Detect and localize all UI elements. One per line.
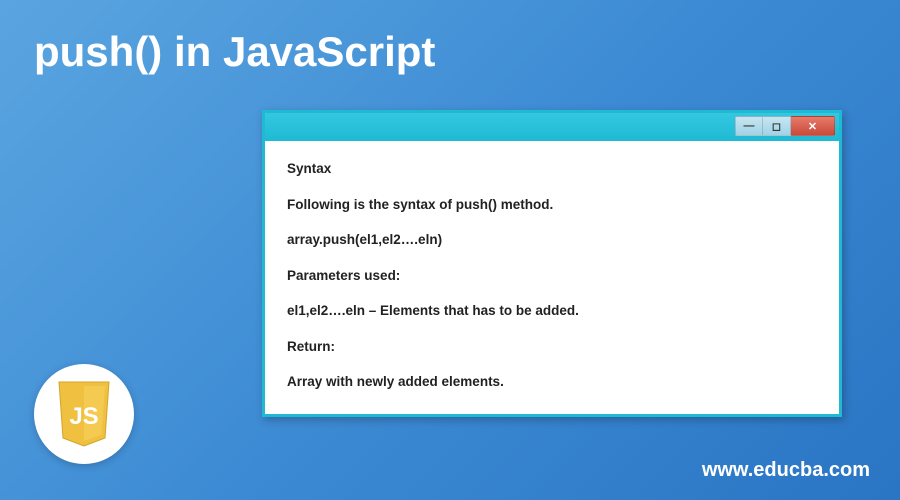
parameters-description: el1,el2….eln – Elements that has to be a… [287, 301, 817, 321]
page-title: push() in JavaScript [0, 0, 900, 76]
window-frame: — ◻ ✕ Syntax Following is the syntax of … [262, 110, 842, 417]
parameters-label: Parameters used: [287, 266, 817, 286]
logo-text: JS [69, 403, 98, 430]
close-button[interactable]: ✕ [791, 116, 835, 136]
syntax-code: array.push(el1,el2….eln) [287, 230, 817, 250]
syntax-heading: Syntax [287, 159, 817, 179]
return-description: Array with newly added elements. [287, 372, 817, 392]
brand-logo: JS [34, 364, 134, 464]
window-titlebar: — ◻ ✕ [265, 113, 839, 141]
return-label: Return: [287, 337, 817, 357]
javascript-shield-icon: JS [54, 380, 114, 448]
maximize-button[interactable]: ◻ [763, 116, 791, 136]
window-controls: — ◻ ✕ [735, 116, 835, 136]
minimize-button[interactable]: — [735, 116, 763, 136]
window-content: Syntax Following is the syntax of push()… [265, 141, 839, 414]
site-url: www.educba.com [702, 459, 870, 482]
syntax-intro: Following is the syntax of push() method… [287, 195, 817, 215]
